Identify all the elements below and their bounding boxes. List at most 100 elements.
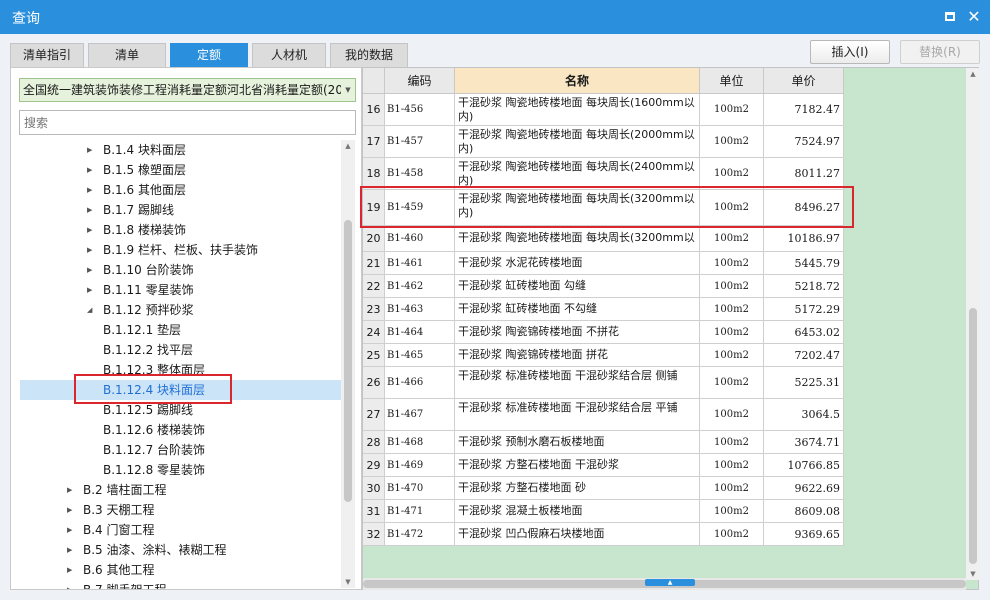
- table-row[interactable]: 25 B1-465 干混砂浆 陶瓷锦砖楼地面 拼花 100m2 7202.47: [363, 344, 844, 367]
- table-row[interactable]: 28 B1-468 干混砂浆 预制水磨石板楼地面 100m2 3674.71: [363, 431, 844, 454]
- search-input[interactable]: [19, 110, 356, 135]
- tab-labor-material-machine[interactable]: 人材机: [252, 43, 326, 67]
- tree-item[interactable]: ▶ B.2 墙柱面工程: [67, 480, 167, 500]
- tab-quota[interactable]: 定额: [170, 43, 248, 67]
- tree-item[interactable]: B.1.12.6 楼梯装饰: [103, 420, 205, 440]
- header-price[interactable]: 单价: [764, 68, 844, 94]
- code-cell: B1-472: [385, 523, 455, 546]
- row-number: 28: [363, 431, 385, 454]
- tree-item[interactable]: ▶ B.1.7 踢脚线: [87, 200, 174, 220]
- name-cell: 干混砂浆 凹凸假麻石块楼地面: [455, 523, 700, 546]
- maximize-icon[interactable]: [940, 7, 960, 27]
- replace-button[interactable]: 替换(R): [900, 40, 980, 64]
- tree-item-label: B.1.7 踢脚线: [103, 203, 174, 217]
- expand-arrow-icon[interactable]: ▶: [67, 480, 77, 500]
- tree-item[interactable]: ▶ B.1.8 楼梯装饰: [87, 220, 186, 240]
- quota-library-dropdown[interactable]: 全国统一建筑装饰装修工程消耗量定额河北省消耗量定额(20 ▼: [19, 78, 356, 102]
- scroll-down-icon[interactable]: ▼: [966, 568, 980, 580]
- tree-item-label: B.1.10 台阶装饰: [103, 263, 194, 277]
- scroll-up-icon[interactable]: ▲: [966, 68, 980, 80]
- tree-item[interactable]: ▶ B.3 天棚工程: [67, 500, 155, 520]
- scrollbar-thumb[interactable]: [969, 308, 977, 564]
- header-unit[interactable]: 单位: [700, 68, 764, 94]
- unit-cell: 100m2: [700, 431, 764, 454]
- tree-item-label: B.1.9 栏杆、栏板、扶手装饰: [103, 243, 258, 257]
- expand-arrow-icon[interactable]: ▶: [87, 140, 97, 160]
- expand-arrow-icon[interactable]: ▶: [87, 220, 97, 240]
- table-row[interactable]: 23 B1-463 干混砂浆 缸砖楼地面 不勾缝 100m2 5172.29: [363, 298, 844, 321]
- table-row[interactable]: 32 B1-472 干混砂浆 凹凸假麻石块楼地面 100m2 9369.65: [363, 523, 844, 546]
- tree-item[interactable]: ▶ B.1.9 栏杆、栏板、扶手装饰: [87, 240, 258, 260]
- right-vertical-scrollbar[interactable]: ▲ ▼: [966, 68, 980, 580]
- tree-item-label: B.1.12.5 踢脚线: [103, 403, 194, 417]
- tree-item-label: B.1.4 块料面层: [103, 143, 186, 157]
- tab-bill-guide[interactable]: 清单指引: [10, 43, 84, 67]
- name-cell: 干混砂浆 标准砖楼地面 干混砂浆结合层 侧铺: [455, 367, 700, 399]
- price-cell: 5225.31: [764, 367, 844, 399]
- left-vertical-scrollbar[interactable]: ▲ ▼: [341, 140, 355, 588]
- table-row[interactable]: 26 B1-466 干混砂浆 标准砖楼地面 干混砂浆结合层 侧铺 100m2 5225.…: [363, 367, 844, 399]
- tree-item[interactable]: ◢ B.1.12 预拌砂浆: [87, 300, 194, 320]
- row-number: 22: [363, 275, 385, 298]
- header-code[interactable]: 编码: [385, 68, 455, 94]
- code-cell: B1-461: [385, 252, 455, 275]
- table-row[interactable]: 16 B1-456 干混砂浆 陶瓷地砖楼地面 每块周长(1600mm以内) 100m2…: [363, 94, 844, 126]
- tree-item[interactable]: ▶ B.1.5 橡塑面层: [87, 160, 186, 180]
- tree-item[interactable]: ▶ B.6 其他工程: [67, 560, 155, 580]
- tree-item[interactable]: ▶ B.1.6 其他面层: [87, 180, 186, 200]
- expand-arrow-icon[interactable]: ▶: [87, 280, 97, 300]
- name-cell: 干混砂浆 方整石楼地面 干混砂浆: [455, 454, 700, 477]
- expand-arrow-icon[interactable]: ▶: [67, 540, 77, 560]
- tree-item[interactable]: ▶ B.1.11 零星装饰: [87, 280, 194, 300]
- expand-arrow-icon[interactable]: ▶: [67, 500, 77, 520]
- table-row[interactable]: 31 B1-471 干混砂浆 混凝土板楼地面 100m2 8609.08: [363, 500, 844, 523]
- expand-arrow-icon[interactable]: ▶: [87, 200, 97, 220]
- header-name[interactable]: 名称: [455, 68, 700, 94]
- unit-cell: 100m2: [700, 399, 764, 431]
- scrollbar-thumb[interactable]: [344, 220, 352, 502]
- insert-button[interactable]: 插入(I): [810, 40, 890, 64]
- close-icon[interactable]: ✕: [964, 7, 984, 27]
- table-row[interactable]: 17 B1-457 干混砂浆 陶瓷地砖楼地面 每块周长(2000mm以内) 100m2…: [363, 126, 844, 158]
- tree-item[interactable]: B.1.12.2 找平层: [103, 340, 193, 360]
- price-cell: 10766.85: [764, 454, 844, 477]
- tree-item[interactable]: B.1.12.1 垫层: [103, 320, 181, 340]
- tree-item[interactable]: ▶ B.7 脚手架工程: [67, 580, 167, 589]
- table-row[interactable]: 21 B1-461 干混砂浆 水泥花砖楼地面 100m2 5445.79: [363, 252, 844, 275]
- table-row[interactable]: 30 B1-470 干混砂浆 方整石楼地面 砂 100m2 9622.69: [363, 477, 844, 500]
- table-row[interactable]: 27 B1-467 干混砂浆 标准砖楼地面 干混砂浆结合层 平铺 100m2 3064.…: [363, 399, 844, 431]
- name-cell: 干混砂浆 陶瓷锦砖楼地面 拼花: [455, 344, 700, 367]
- expand-arrow-icon[interactable]: ▶: [67, 560, 77, 580]
- scroll-up-icon[interactable]: ▲: [341, 140, 355, 152]
- tree-item[interactable]: ▶ B.4 门窗工程: [67, 520, 155, 540]
- unit-cell: 100m2: [700, 344, 764, 367]
- tree-item[interactable]: ▶ B.1.4 块料面层: [87, 140, 186, 160]
- collapse-arrow-icon[interactable]: ◢: [87, 300, 97, 320]
- expand-arrow-icon[interactable]: ▶: [67, 580, 77, 589]
- tree-item-label: B.1.12.6 楼梯装饰: [103, 423, 206, 437]
- scroll-down-icon[interactable]: ▼: [341, 576, 355, 588]
- tree-item[interactable]: B.1.12.7 台阶装饰: [103, 440, 205, 460]
- splitter-grip-icon[interactable]: ▲: [645, 579, 695, 586]
- expand-arrow-icon[interactable]: ▶: [67, 520, 77, 540]
- tab-bill[interactable]: 清单: [88, 43, 166, 67]
- tree-item[interactable]: ▶ B.1.10 台阶装饰: [87, 260, 194, 280]
- expand-arrow-icon[interactable]: ▶: [87, 160, 97, 180]
- table-row[interactable]: 22 B1-462 干混砂浆 缸砖楼地面 勾缝 100m2 5218.72: [363, 275, 844, 298]
- tree-item[interactable]: ▶ B.5 油漆、涂料、裱糊工程: [67, 540, 227, 560]
- expand-arrow-icon[interactable]: ▶: [87, 260, 97, 280]
- expand-arrow-icon[interactable]: ▶: [87, 180, 97, 200]
- code-cell: B1-465: [385, 344, 455, 367]
- tree-item[interactable]: B.1.12.8 零星装饰: [103, 460, 205, 480]
- code-cell: B1-456: [385, 94, 455, 126]
- tree-item-label: B.7 脚手架工程: [83, 583, 167, 589]
- tab-my-data[interactable]: 我的数据: [330, 43, 408, 67]
- unit-cell: 100m2: [700, 226, 764, 252]
- row-number: 30: [363, 477, 385, 500]
- name-cell: 干混砂浆 陶瓷地砖楼地面 每块周长(2000mm以内): [455, 126, 700, 158]
- row-number: 32: [363, 523, 385, 546]
- table-row[interactable]: 24 B1-464 干混砂浆 陶瓷锦砖楼地面 不拼花 100m2 6453.02: [363, 321, 844, 344]
- expand-arrow-icon[interactable]: ▶: [87, 240, 97, 260]
- table-row[interactable]: 20B1-460干混砂浆 陶瓷地砖楼地面 每块周长(3200mm以外)100m2…: [363, 226, 844, 252]
- table-row[interactable]: 29 B1-469 干混砂浆 方整石楼地面 干混砂浆 100m2 10766.85: [363, 454, 844, 477]
